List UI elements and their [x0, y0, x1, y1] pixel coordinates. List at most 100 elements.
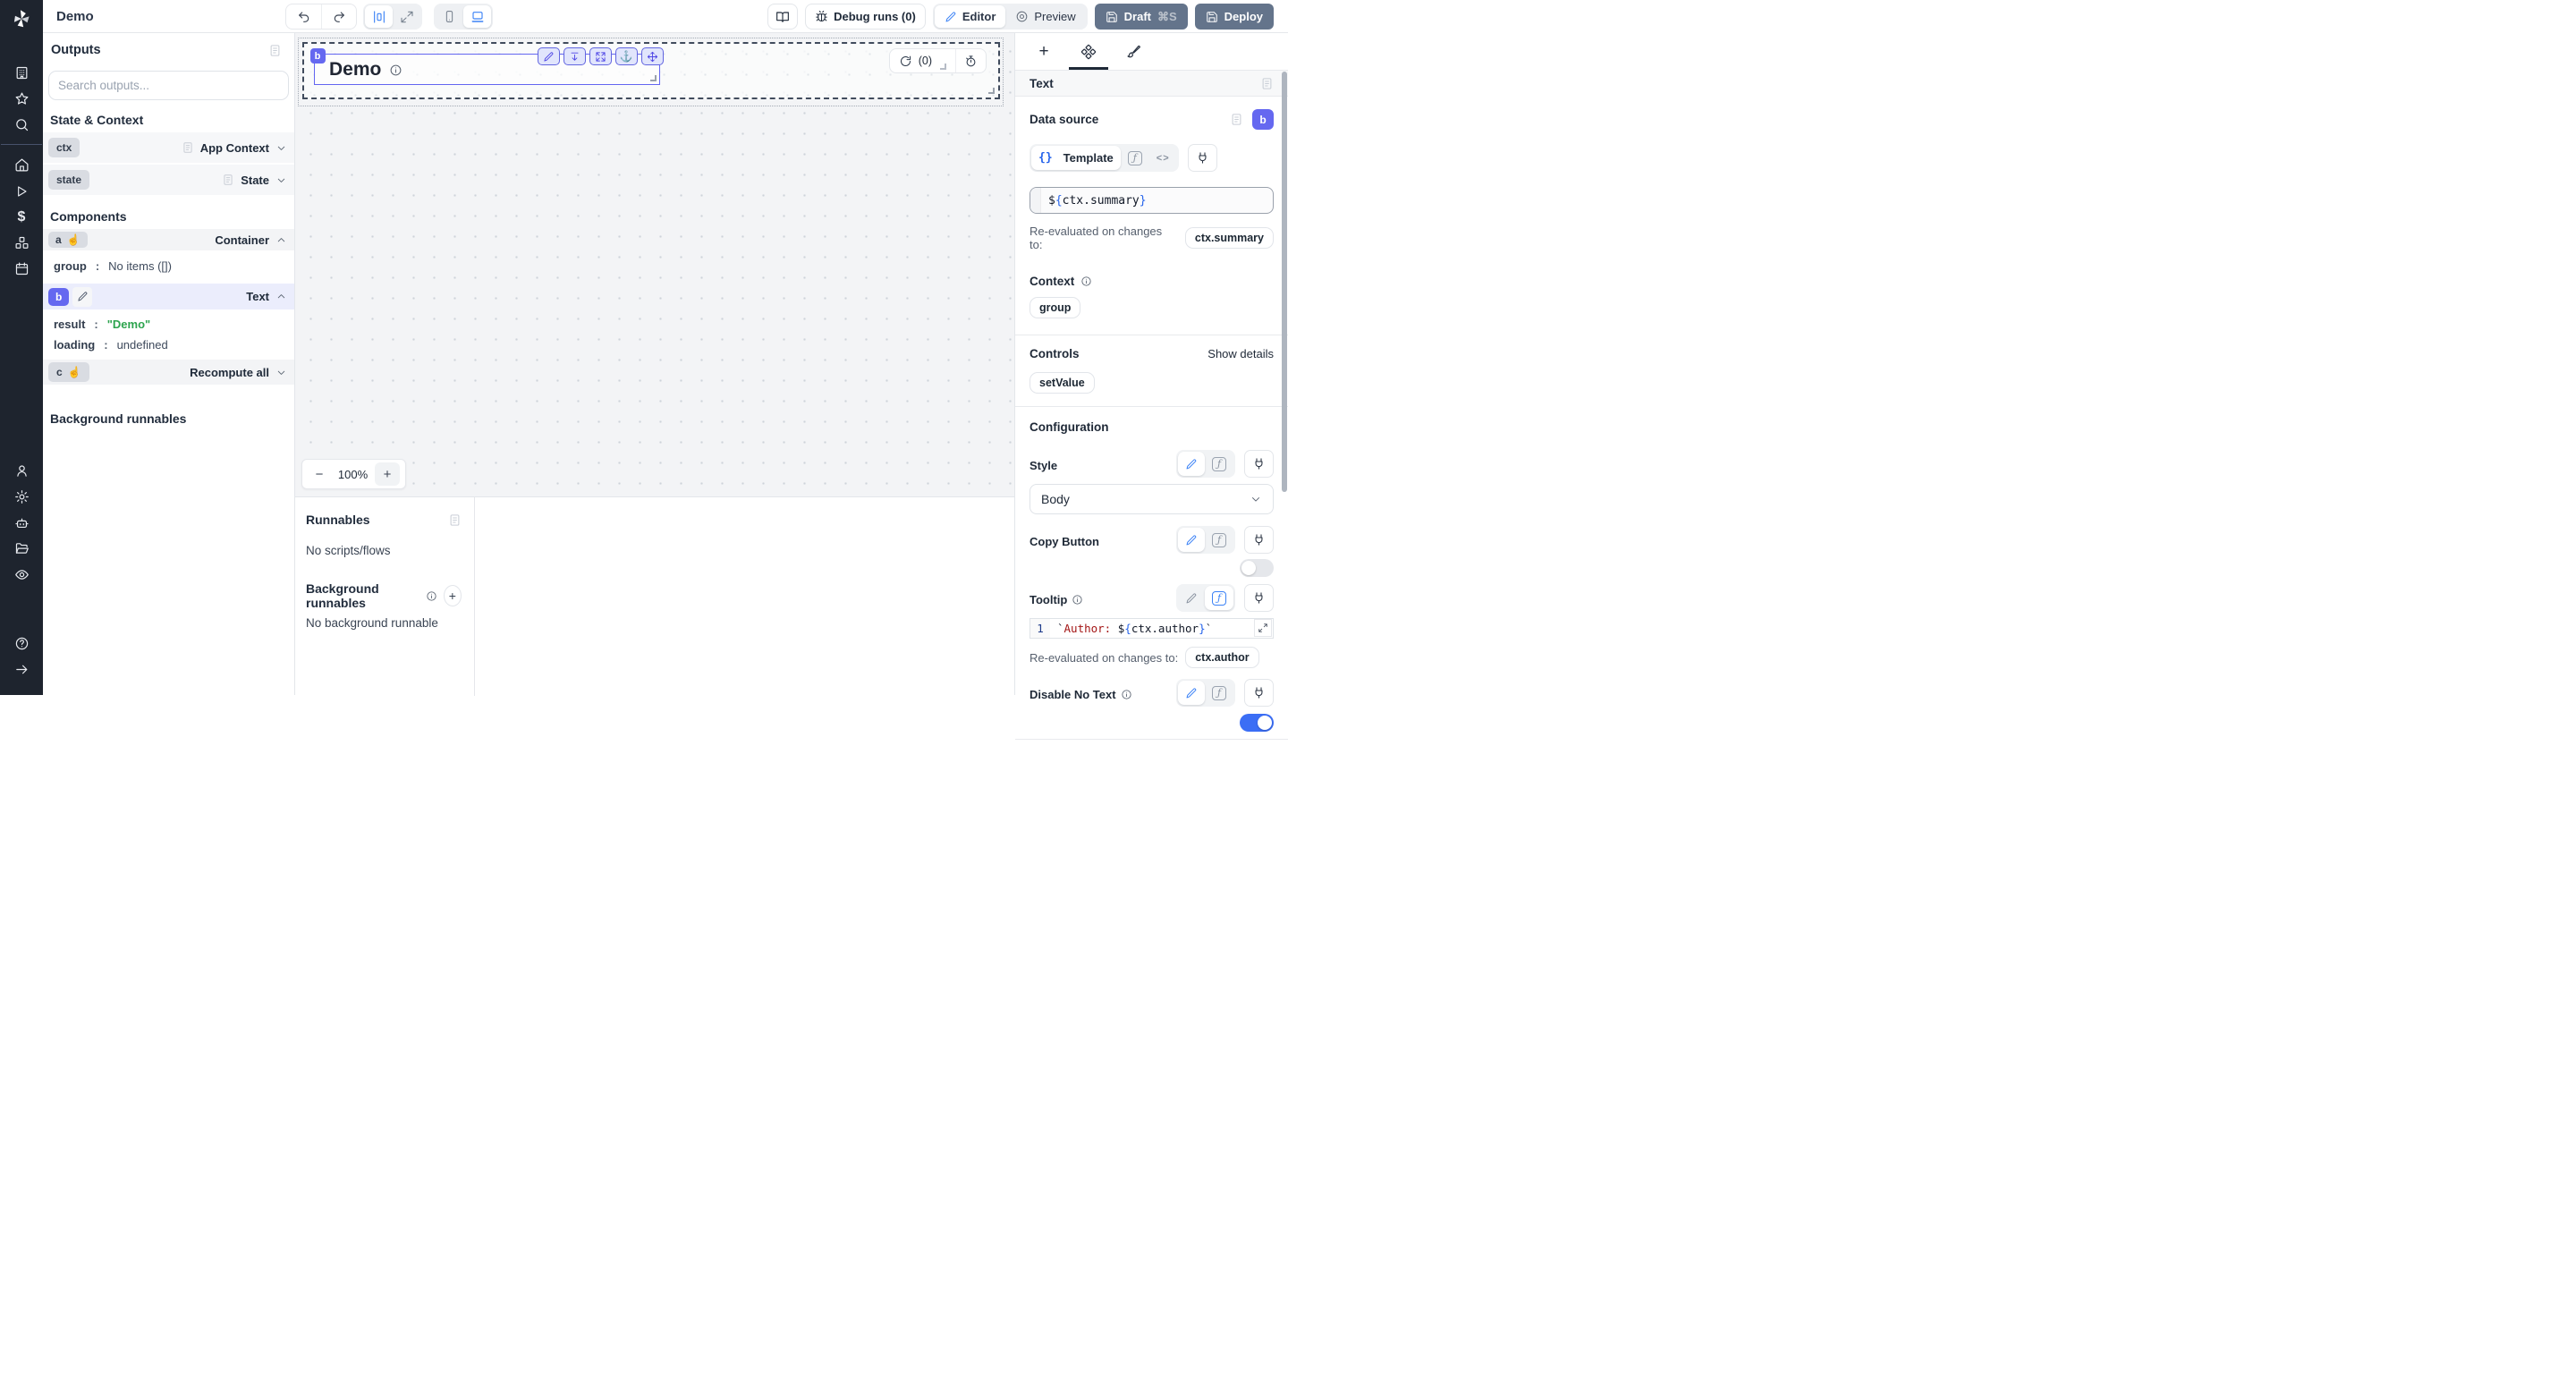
disable-no-text-toggle[interactable] [1240, 714, 1274, 732]
code-mode-button[interactable]: <> [1149, 146, 1177, 170]
b-chevron-up-icon[interactable] [275, 291, 287, 302]
tooltip-code-editor[interactable]: 1 `Author: ${ctx.author}` [1030, 618, 1274, 639]
reeval-summary-chip[interactable]: ctx.summary [1185, 227, 1274, 249]
ctx-chevron-down-icon[interactable] [275, 142, 287, 154]
runnables-doc-icon[interactable] [448, 513, 462, 527]
tooltip-connect-plug-button[interactable] [1244, 584, 1274, 612]
outputs-doc-icon[interactable] [268, 44, 282, 57]
component-b[interactable]: Demo b ⚓ [314, 54, 956, 85]
windmill-logo[interactable] [10, 7, 33, 35]
c-chevron-down-icon[interactable] [275, 367, 287, 378]
tooltip-static-button[interactable] [1178, 586, 1205, 610]
schedules-calendar-icon[interactable] [0, 256, 43, 282]
zoom-out-button[interactable]: − [308, 467, 331, 482]
copy-function-button[interactable]: ƒ [1205, 528, 1233, 552]
disable-function-button[interactable]: ƒ [1205, 681, 1233, 705]
tooltip-info-icon[interactable] [1072, 594, 1083, 606]
settings-gear-icon[interactable] [0, 484, 43, 510]
template-mode-button[interactable]: {} Template [1031, 146, 1121, 170]
ctx-doc-icon[interactable] [182, 141, 194, 154]
style-connect-plug-button[interactable] [1244, 450, 1274, 478]
container-a-resize-handle[interactable] [988, 88, 995, 94]
runs-history-button[interactable] [955, 49, 986, 72]
home-icon[interactable] [0, 152, 43, 178]
search-icon[interactable] [0, 112, 43, 138]
style-function-button[interactable]: ƒ [1205, 452, 1233, 476]
container-a-outline[interactable]: Demo b ⚓ (0) [302, 42, 1000, 99]
user-icon[interactable] [0, 458, 43, 484]
mobile-view-button[interactable] [436, 5, 463, 28]
function-mode-button[interactable]: ƒ [1121, 146, 1149, 170]
tab-component-settings[interactable] [1072, 33, 1105, 70]
datasource-connect-plug-button[interactable] [1188, 144, 1217, 172]
undo-button[interactable] [286, 4, 321, 29]
tab-insert-component[interactable]: + [1028, 33, 1060, 70]
context-info-icon[interactable] [1080, 275, 1092, 287]
disable-connect-plug-button[interactable] [1244, 679, 1274, 707]
runs-play-icon[interactable] [0, 178, 43, 204]
runs-resize-handle[interactable] [940, 64, 946, 70]
tooltip-function-button[interactable]: ƒ [1205, 586, 1233, 610]
redo-button[interactable] [321, 4, 356, 29]
style-select[interactable]: Body [1030, 484, 1274, 514]
copy-button-toggle[interactable] [1240, 559, 1274, 577]
component-row-c[interactable]: c☝ Recompute all [43, 360, 294, 385]
audit-eye-icon[interactable] [0, 562, 43, 588]
result-kv-row[interactable]: result : "Demo" [43, 309, 294, 335]
folders-icon[interactable] [0, 536, 43, 562]
settings-panel-scrollbar[interactable] [1282, 72, 1287, 492]
show-details-link[interactable]: Show details [1208, 347, 1274, 360]
context-group-chip[interactable]: group [1030, 297, 1080, 318]
copy-connect-plug-button[interactable] [1244, 526, 1274, 554]
setvalue-chip[interactable]: setValue [1030, 372, 1095, 394]
workspace-icon[interactable] [0, 60, 43, 86]
search-outputs-input[interactable] [58, 79, 279, 92]
state-doc-icon[interactable] [222, 174, 234, 186]
group-kv-row[interactable]: group : No items ([]) [43, 250, 294, 284]
component-maximize-button[interactable] [589, 47, 612, 65]
style-static-button[interactable] [1178, 452, 1205, 476]
component-row-b[interactable]: b Text [43, 284, 294, 309]
canvas-info-icon[interactable] [389, 64, 402, 77]
component-b-resize-handle[interactable] [650, 75, 657, 81]
state-chevron-down-icon[interactable] [275, 174, 287, 186]
disable-no-text-info-icon[interactable] [1121, 689, 1132, 700]
editor-tab[interactable]: Editor [935, 5, 1006, 28]
loading-kv-row[interactable]: loading : undefined [43, 335, 294, 360]
output-row-state[interactable]: state State [43, 165, 294, 195]
reeval-author-chip[interactable]: ctx.author [1185, 647, 1258, 668]
zoom-in-button[interactable]: + [375, 462, 400, 486]
favorites-star-icon[interactable] [0, 86, 43, 112]
variables-dollar-icon[interactable]: $ [0, 204, 43, 230]
output-row-ctx[interactable]: ctx App Context [43, 132, 294, 163]
copy-static-button[interactable] [1178, 528, 1205, 552]
draft-button[interactable]: Draft ⌘S [1095, 4, 1188, 30]
component-move-button[interactable] [641, 47, 664, 65]
component-doc-icon[interactable] [1260, 77, 1274, 90]
disable-static-button[interactable] [1178, 681, 1205, 705]
refresh-runs-button[interactable]: (0) [890, 49, 955, 72]
component-anchor-button[interactable]: ⚓ [615, 47, 638, 65]
debug-runs-button[interactable]: Debug runs (0) [805, 4, 926, 30]
b-edit-pencil-icon[interactable] [72, 287, 92, 307]
preview-tab[interactable]: Preview [1005, 5, 1085, 28]
app-canvas[interactable]: Demo b ⚓ (0) [295, 33, 1014, 496]
resources-boxes-icon[interactable] [0, 230, 43, 256]
component-edit-pencil-button[interactable] [538, 47, 560, 65]
template-expression-input[interactable]: ${ctx.summary} [1030, 187, 1274, 214]
deploy-button[interactable]: Deploy [1195, 4, 1274, 30]
background-runnables-info-icon[interactable] [426, 590, 437, 602]
centered-layout-button[interactable] [365, 5, 393, 28]
desktop-view-button[interactable] [463, 5, 491, 28]
workers-bot-icon[interactable] [0, 510, 43, 536]
component-row-a[interactable]: a☝ Container [43, 229, 294, 250]
tab-styling[interactable] [1117, 33, 1149, 70]
expand-editor-button[interactable] [1254, 619, 1272, 637]
component-expand-down-button[interactable] [564, 47, 586, 65]
data-source-doc-icon[interactable] [1230, 113, 1243, 126]
fullwidth-layout-button[interactable] [393, 5, 420, 28]
a-chevron-up-icon[interactable] [275, 234, 287, 246]
help-icon[interactable] [0, 631, 43, 657]
collapse-arrow-right-icon[interactable] [0, 657, 43, 682]
add-background-runnable-button[interactable]: + [444, 585, 462, 606]
